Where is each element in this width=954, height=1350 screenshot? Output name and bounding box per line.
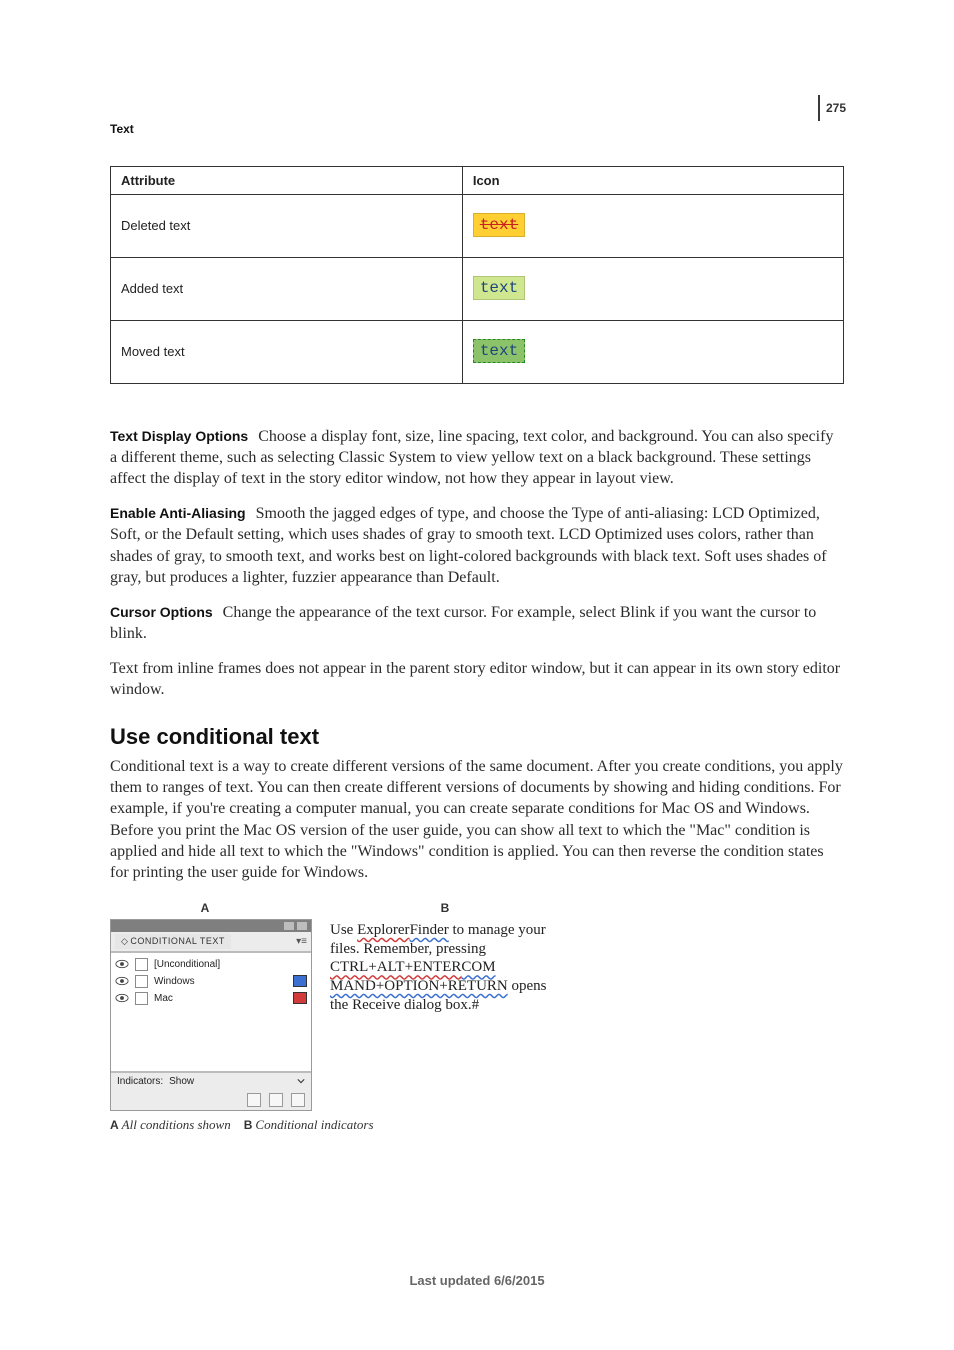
conditional-sample-text: Use ExplorerFinder to manage your files.… bbox=[330, 919, 565, 1015]
table-row: Moved text text bbox=[111, 321, 844, 384]
condition-checkbox[interactable] bbox=[135, 975, 148, 988]
attribute-icon-table: Attribute Icon Deleted text text Added t… bbox=[110, 166, 844, 384]
indicators-label: Indicators: bbox=[117, 1076, 163, 1087]
figure-label-a: A bbox=[110, 901, 300, 915]
sample-text: to manage bbox=[449, 922, 515, 938]
condition-name: [Unconditional] bbox=[154, 959, 287, 970]
new-condition-icon[interactable] bbox=[269, 1093, 283, 1107]
paragraph-inline-frames-note: Text from inline frames does not appear … bbox=[110, 658, 844, 700]
new-condition-set-icon[interactable] bbox=[247, 1093, 261, 1107]
caption-key-a: A bbox=[110, 1118, 119, 1132]
condition-row-unconditional[interactable]: [Unconditional] bbox=[115, 956, 307, 973]
attr-label: Added text bbox=[111, 258, 463, 321]
runin-heading: Cursor Options bbox=[110, 604, 213, 620]
table-header-icon: Icon bbox=[462, 167, 843, 195]
condition-row-windows[interactable]: Windows bbox=[115, 973, 307, 990]
condition-checkbox[interactable] bbox=[135, 958, 148, 971]
sample-text: Use bbox=[330, 922, 357, 938]
visibility-toggle-icon[interactable] bbox=[115, 976, 129, 986]
conditional-text-panel: ◇CONDITIONAL TEXT ▾≡ [Unconditional] bbox=[110, 919, 312, 1111]
deleted-text-swatch: text bbox=[473, 213, 525, 237]
delete-condition-icon[interactable] bbox=[291, 1093, 305, 1107]
visibility-toggle-icon[interactable] bbox=[115, 959, 129, 969]
attr-icon-cell: text bbox=[462, 195, 843, 258]
caption-key-b: B bbox=[244, 1118, 253, 1132]
sample-text-mac: COM bbox=[461, 959, 495, 975]
figure-caption: AAll conditions shown BConditional indic… bbox=[110, 1117, 590, 1133]
paragraph-cursor-options: Cursor Options Change the appearance of … bbox=[110, 602, 844, 644]
sample-text-mac: MAND+OPTION+RETURN bbox=[330, 978, 508, 994]
runin-heading: Enable Anti-Aliasing bbox=[110, 505, 246, 521]
visibility-toggle-icon[interactable] bbox=[115, 993, 129, 1003]
panel-menu-icon[interactable]: ▾≡ bbox=[296, 936, 307, 947]
heading-use-conditional-text: Use conditional text bbox=[110, 724, 844, 750]
page-number-block: 275 bbox=[818, 95, 846, 121]
condition-color-swatch bbox=[293, 975, 307, 987]
table-row: Deleted text text bbox=[111, 195, 844, 258]
panel-collapse-icon[interactable] bbox=[284, 922, 294, 930]
paragraph-enable-anti-aliasing: Enable Anti-Aliasing Smooth the jagged e… bbox=[110, 503, 844, 587]
indicators-dropdown[interactable]: Show bbox=[169, 1076, 194, 1087]
condition-name: Windows bbox=[154, 976, 287, 987]
figure-label-b: B bbox=[300, 901, 590, 915]
condition-row-mac[interactable]: Mac bbox=[115, 990, 307, 1007]
paragraph-text-display-options: Text Display Options Choose a display fo… bbox=[110, 426, 844, 489]
table-header-attribute: Attribute bbox=[111, 167, 463, 195]
condition-checkbox[interactable] bbox=[135, 992, 148, 1005]
table-row: Added text text bbox=[111, 258, 844, 321]
page-number-rule bbox=[818, 95, 820, 121]
indicators-row: Indicators: Show bbox=[111, 1072, 311, 1090]
sample-text-windows: CTRL+ALT+ENTER bbox=[330, 959, 461, 975]
panel-footer-icons bbox=[111, 1090, 311, 1110]
added-text-swatch: text bbox=[473, 276, 525, 300]
page-number: 275 bbox=[826, 101, 846, 115]
moved-text-swatch: text bbox=[473, 339, 525, 363]
caption-text-b: Conditional indicators bbox=[255, 1117, 373, 1132]
attr-label: Deleted text bbox=[111, 195, 463, 258]
paragraph-conditional-text-intro: Conditional text is a way to create diff… bbox=[110, 756, 844, 883]
caption-text-a: All conditions shown bbox=[122, 1117, 231, 1132]
runin-heading: Text Display Options bbox=[110, 428, 248, 444]
panel-title: ◇CONDITIONAL TEXT bbox=[115, 934, 231, 949]
chevron-down-icon[interactable] bbox=[297, 1077, 305, 1085]
panel-header bbox=[111, 920, 311, 932]
attr-icon-cell: text bbox=[462, 258, 843, 321]
panel-close-icon[interactable] bbox=[297, 922, 307, 930]
conditions-list: [Unconditional] Windows bbox=[111, 952, 311, 1072]
condition-color-swatch bbox=[293, 992, 307, 1004]
sample-text-windows: Explorer bbox=[357, 922, 409, 938]
section-eyebrow: Text bbox=[110, 122, 844, 136]
attr-label: Moved text bbox=[111, 321, 463, 384]
attr-icon-cell: text bbox=[462, 321, 843, 384]
page-footer: Last updated 6/6/2015 bbox=[0, 1273, 954, 1288]
paragraph-text: Change the appearance of the text cursor… bbox=[110, 604, 816, 642]
figure-conditional-text: A B ◇CONDITIONAL TEXT ▾≡ bbox=[110, 901, 590, 1133]
condition-name: Mac bbox=[154, 993, 287, 1004]
sample-text-mac: Finder bbox=[410, 922, 449, 938]
